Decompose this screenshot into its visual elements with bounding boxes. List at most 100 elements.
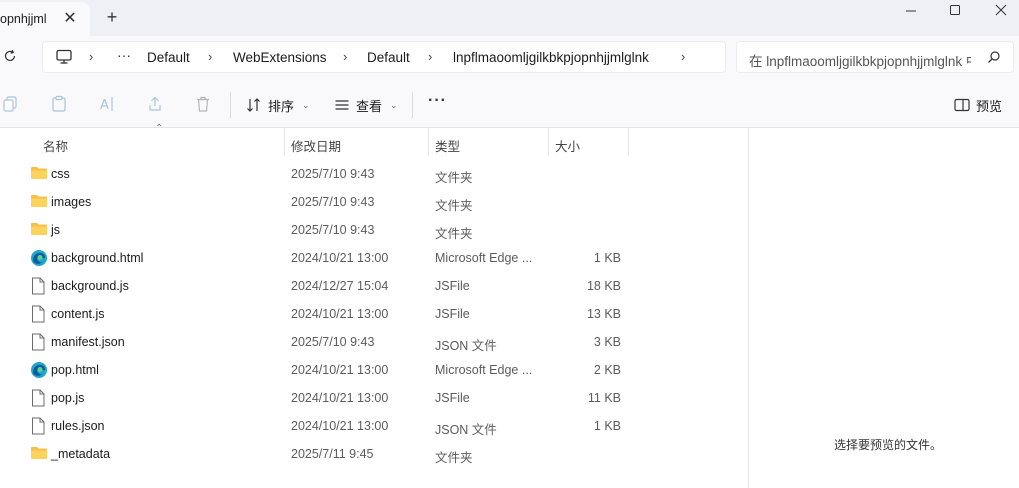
breadcrumb-item[interactable]: Default — [147, 50, 190, 65]
sort-label: 排序 — [268, 98, 295, 114]
file-name: css — [51, 167, 70, 181]
minimize-icon[interactable] — [888, 0, 934, 20]
chevron-right-icon[interactable]: › — [428, 49, 432, 64]
file-row[interactable]: pop.js 2024/10/21 13:00 JSFile 11 KB — [20, 384, 748, 412]
file-size: 11 KB — [587, 391, 621, 405]
file-size: 3 KB — [593, 335, 621, 349]
file-type: JSFile — [435, 279, 470, 293]
file-row[interactable]: background.html 2024/10/21 13:00 Microsoft… — [20, 244, 748, 272]
file-row[interactable]: content.js 2024/10/21 13:00 JSFile 13 KB — [20, 300, 748, 328]
folder-icon — [30, 193, 48, 211]
file-row[interactable]: rules.json 2024/10/21 13:00 JSON 文件 1 KB — [20, 412, 748, 440]
file-date: 2024/10/21 13:00 — [291, 307, 389, 321]
preview-pane-icon — [954, 98, 970, 112]
toolbar-divider — [230, 92, 231, 118]
file-date: 2024/10/21 13:00 — [291, 391, 389, 405]
more-options-icon[interactable]: ··· — [428, 92, 447, 110]
folder-icon — [30, 165, 48, 183]
file-type: JSFile — [435, 391, 470, 405]
file-type: Microsoft Edge ... — [435, 251, 533, 265]
file-row[interactable]: js 2025/7/10 9:43 文件夹 — [20, 216, 748, 244]
file-row[interactable]: css 2025/7/10 9:43 文件夹 — [20, 160, 748, 188]
search-placeholder[interactable]: 在 lnpflmaoomljgilkbkpjopnhjjmlglnk 中搜索 — [749, 50, 971, 70]
breadcrumb-item[interactable]: lnpflmaoomljgilkbkpjopnhjjmlglnk — [453, 50, 649, 65]
file-icon — [30, 305, 48, 323]
chevron-right-icon[interactable]: › — [208, 49, 212, 64]
chevron-right-icon[interactable]: › — [681, 49, 685, 64]
sort-icon — [247, 98, 260, 112]
column-divider[interactable] — [428, 128, 429, 156]
view-button[interactable]: 查看 ⌄ — [334, 94, 398, 116]
this-pc-icon[interactable] — [55, 49, 73, 65]
breadcrumb-item[interactable]: WebExtensions — [233, 50, 327, 65]
rename-icon[interactable]: A — [98, 95, 118, 115]
copy-icon[interactable] — [2, 95, 22, 115]
file-row[interactable]: pop.html 2024/10/21 13:00 Microsoft Edge .… — [20, 356, 748, 384]
window-close-icon[interactable] — [978, 0, 1019, 20]
close-tab-icon[interactable]: ✕ — [60, 8, 80, 28]
file-row[interactable]: background.js 2024/12/27 15:04 JSFile 18 KB — [20, 272, 748, 300]
refresh-icon[interactable] — [2, 48, 22, 68]
sort-button[interactable]: 排序 ⌄ — [246, 94, 310, 116]
file-name: pop.js — [51, 391, 85, 405]
file-icon — [30, 389, 48, 407]
edge-icon — [30, 249, 48, 267]
tab-current[interactable]: opnhjjml ✕ — [0, 2, 90, 36]
file-list: ⌃ 名称 修改日期 类型 大小 css 2025/7/10 9:43 文件夹 imag… — [0, 123, 748, 488]
file-date: 2025/7/10 9:43 — [291, 167, 375, 181]
address-row: › ··· Default › WebExtensions › Default … — [0, 36, 1019, 82]
file-name: js — [51, 223, 61, 237]
chevron-down-icon: ⌄ — [302, 99, 310, 110]
view-label: 查看 — [356, 98, 383, 114]
file-size: 2 KB — [593, 363, 621, 377]
file-type: 文件夹 — [435, 227, 473, 241]
file-icon — [30, 333, 48, 351]
column-divider[interactable] — [628, 128, 629, 156]
chevron-down-icon: ⌄ — [390, 99, 398, 110]
file-date: 2024/10/21 13:00 — [291, 419, 389, 433]
chevron-right-icon[interactable]: › — [89, 49, 93, 64]
file-name: content.js — [51, 307, 105, 321]
file-row[interactable]: _metadata 2025/7/11 9:45 文件夹 — [20, 440, 748, 468]
file-row[interactable]: images 2025/7/10 9:43 文件夹 — [20, 188, 748, 216]
maximize-icon[interactable] — [932, 0, 978, 20]
view-icon — [335, 100, 349, 110]
column-divider[interactable] — [284, 128, 285, 156]
file-name: images — [51, 195, 92, 209]
file-row[interactable]: manifest.json 2025/7/10 9:43 JSON 文件 3 KB — [20, 328, 748, 356]
file-date: 2024/12/27 15:04 — [291, 279, 389, 293]
folder-icon — [30, 221, 48, 239]
tab-title: opnhjjml — [0, 12, 47, 26]
search-icon[interactable] — [987, 50, 1003, 66]
chevron-right-icon[interactable]: › — [343, 49, 347, 64]
more-crumbs-icon[interactable]: ··· — [117, 47, 131, 63]
address-bar[interactable]: › ··· Default › WebExtensions › Default … — [42, 41, 726, 73]
search-box[interactable]: 在 lnpflmaoomljgilkbkpjopnhjjmlglnk 中搜索 — [736, 41, 1014, 73]
file-size: 13 KB — [586, 307, 621, 321]
file-type: Microsoft Edge ... — [435, 363, 533, 377]
column-divider[interactable] — [548, 128, 549, 156]
file-name: rules.json — [51, 419, 105, 433]
preview-pane-button[interactable]: 预览 — [954, 94, 1002, 116]
file-type: 文件夹 — [435, 199, 473, 213]
file-name: background.js — [51, 279, 129, 293]
paste-icon[interactable] — [50, 95, 70, 115]
command-bar: A 排序 ⌄ 查看 ⌄ ··· 预览 — [0, 82, 1019, 128]
file-name: _metadata — [51, 447, 111, 461]
breadcrumb-item[interactable]: Default — [367, 50, 410, 65]
file-type: 文件夹 — [435, 171, 473, 185]
file-size: 1 KB — [593, 419, 621, 433]
file-type: JSFile — [435, 307, 470, 321]
file-date: 2025/7/10 9:43 — [291, 223, 375, 237]
preview-pane: 选择要预览的文件。 — [748, 128, 1019, 488]
file-type: JSON 文件 — [435, 423, 497, 437]
preview-message: 选择要预览的文件。 — [834, 438, 943, 452]
file-icon — [30, 277, 48, 295]
edge-icon — [30, 361, 48, 379]
share-icon[interactable] — [146, 95, 166, 115]
file-type: JSON 文件 — [435, 339, 497, 353]
delete-icon[interactable] — [194, 95, 214, 115]
file-name: manifest.json — [51, 335, 125, 349]
new-tab-icon[interactable]: + — [102, 6, 122, 28]
file-date: 2024/10/21 13:00 — [291, 363, 389, 377]
